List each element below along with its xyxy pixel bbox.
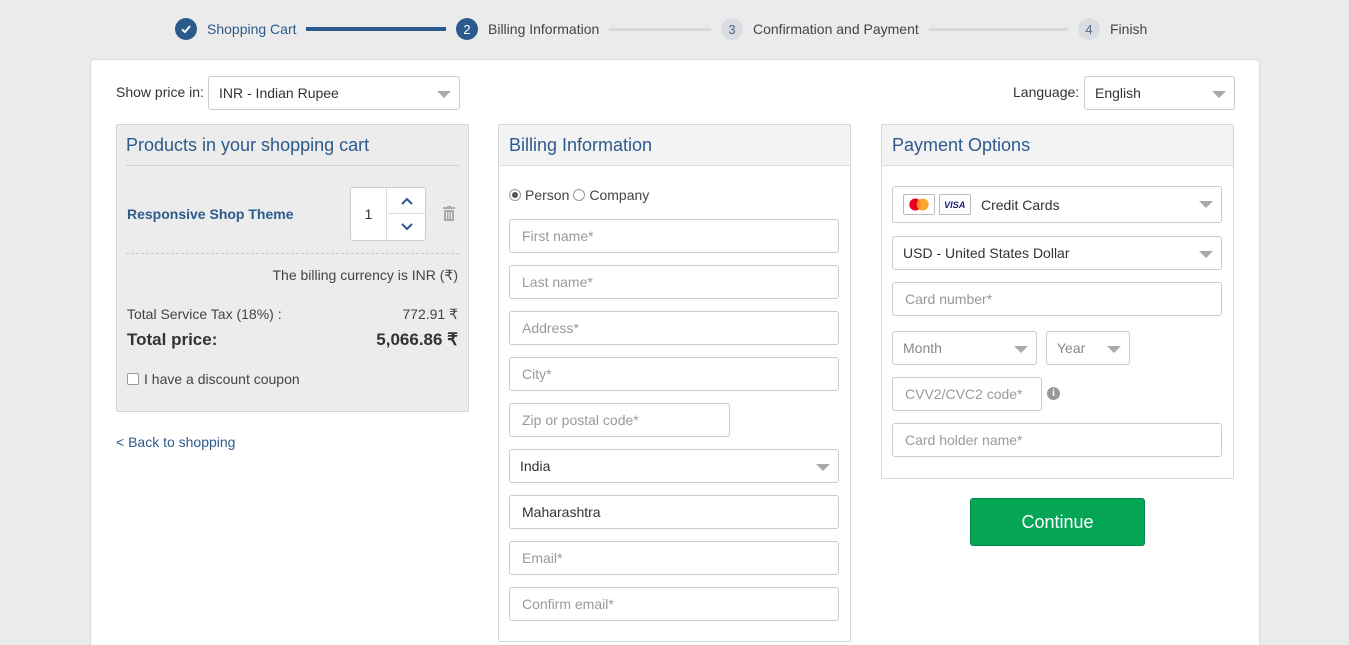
trash-icon[interactable] (443, 206, 455, 221)
step-3-label: Confirmation and Payment (753, 21, 919, 37)
payment-panel: Payment Options VISA Credit Cards USD - … (881, 124, 1234, 479)
chevron-down-icon (1199, 201, 1213, 208)
step-connector-3 (929, 28, 1068, 31)
svg-text:VISA: VISA (944, 200, 965, 210)
chevron-down-icon (400, 223, 413, 231)
zip-field[interactable]: Zip or postal code* (509, 403, 730, 437)
confirm-email-field[interactable]: Confirm email* (509, 587, 839, 621)
mastercard-icon (903, 194, 935, 215)
cvv-field[interactable]: CVV2/CVC2 code* (892, 377, 1042, 411)
year-placeholder: Year (1057, 340, 1086, 356)
quantity-decrease-button[interactable] (388, 214, 425, 240)
last-name-field[interactable]: Last name* (509, 265, 839, 299)
payment-currency-value: USD - United States Dollar (903, 245, 1070, 261)
visa-icon: VISA (939, 194, 971, 215)
language-select[interactable]: English (1084, 76, 1235, 110)
payment-currency-select[interactable]: USD - United States Dollar (892, 236, 1222, 270)
coupon-label: I have a discount coupon (144, 371, 300, 387)
continue-button[interactable]: Continue (970, 498, 1145, 546)
chevron-down-icon (1107, 346, 1121, 353)
card-holder-field[interactable]: Card holder name* (892, 423, 1222, 457)
customer-type-radios: Person Company (509, 187, 653, 203)
payment-method-value: Credit Cards (981, 196, 1060, 213)
tax-value: 772.91 ₹ (402, 306, 458, 322)
product-name[interactable]: Responsive Shop Theme (127, 206, 293, 222)
checkout-card: Show price in: INR - Indian Rupee Langua… (90, 59, 1260, 645)
chevron-down-icon (1199, 251, 1213, 258)
chevron-down-icon (1014, 346, 1028, 353)
chevron-up-icon (400, 197, 413, 205)
person-radio[interactable] (509, 189, 521, 201)
chevron-down-icon (437, 91, 451, 98)
step-1-check-icon (175, 18, 197, 40)
cart-panel-title: Products in your shopping cart (126, 125, 459, 166)
step-4-label: Finish (1110, 21, 1148, 37)
total-label: Total price: (127, 330, 218, 349)
price-currency-select[interactable]: INR - Indian Rupee (208, 76, 460, 110)
discount-coupon-toggle[interactable]: I have a discount coupon (127, 371, 300, 387)
chevron-down-icon (816, 464, 830, 471)
language-label: Language: (1013, 84, 1080, 100)
company-label: Company (589, 187, 650, 203)
country-value: India (520, 458, 551, 474)
quantity-value[interactable]: 1 (351, 188, 387, 240)
quantity-stepper: 1 (350, 187, 426, 241)
billing-panel-title: Billing Information (499, 125, 850, 166)
company-radio[interactable] (573, 189, 586, 201)
card-number-field[interactable]: Card number* (892, 282, 1222, 316)
cart-panel: Products in your shopping cart Responsiv… (116, 124, 469, 412)
person-label: Person (525, 187, 570, 203)
expiry-year-select[interactable]: Year (1046, 331, 1130, 365)
show-price-label: Show price in: (116, 84, 204, 100)
month-placeholder: Month (903, 340, 942, 356)
first-name-field[interactable]: First name* (509, 219, 839, 253)
step-2-label: Billing Information (488, 21, 600, 37)
quantity-increase-button[interactable] (388, 188, 425, 214)
step-connector-2 (609, 28, 711, 31)
total-value: 5,066.86 ₹ (376, 330, 458, 349)
billing-panel: Billing Information Person Company First… (498, 124, 851, 642)
back-to-shopping-link[interactable]: < Back to shopping (116, 434, 235, 450)
billing-currency-note: The billing currency is INR (₹) (272, 267, 458, 283)
payment-panel-title: Payment Options (882, 125, 1233, 166)
step-4-number: 4 (1078, 18, 1100, 40)
info-icon[interactable]: i (1047, 387, 1060, 400)
cart-divider (126, 253, 459, 254)
step-1-label[interactable]: Shopping Cart (207, 21, 297, 37)
expiry-month-select[interactable]: Month (892, 331, 1037, 365)
step-2-number: 2 (456, 18, 478, 40)
state-field[interactable]: Maharashtra (509, 495, 839, 529)
checkout-stepper: Shopping Cart 2 Billing Information 3 Co… (0, 0, 1349, 60)
address-field[interactable]: Address* (509, 311, 839, 345)
payment-method-select[interactable]: VISA Credit Cards (892, 186, 1222, 223)
email-field[interactable]: Email* (509, 541, 839, 575)
price-currency-value: INR - Indian Rupee (219, 85, 339, 101)
chevron-down-icon (1212, 91, 1226, 98)
step-connector-1 (306, 27, 446, 31)
coupon-checkbox[interactable] (127, 373, 139, 385)
tax-label: Total Service Tax (18%) : (127, 306, 282, 322)
card-logos: VISA (903, 194, 971, 215)
city-field[interactable]: City* (509, 357, 839, 391)
country-select[interactable]: India (509, 449, 839, 483)
language-value: English (1095, 85, 1141, 101)
step-3-number: 3 (721, 18, 743, 40)
